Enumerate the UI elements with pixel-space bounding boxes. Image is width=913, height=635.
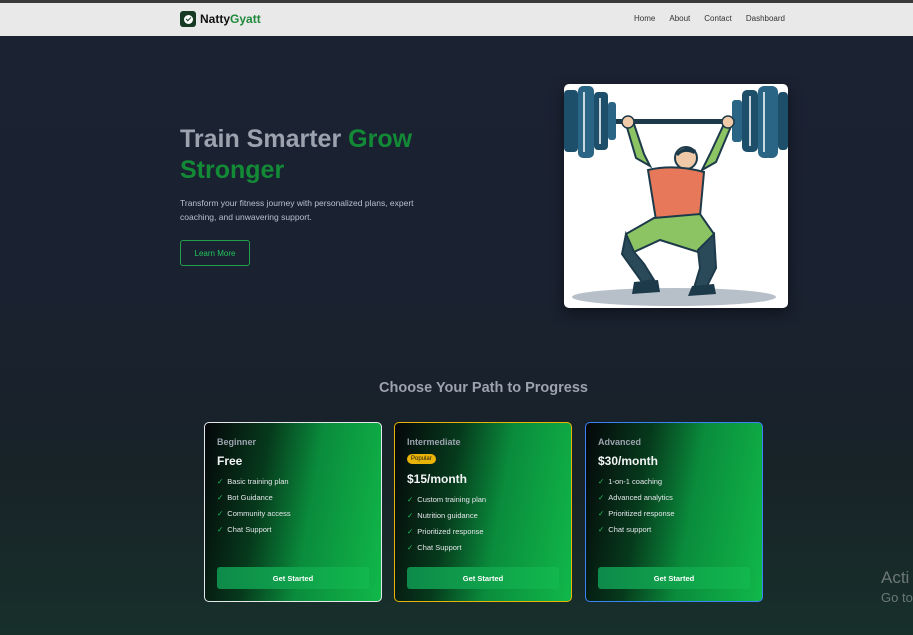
- feature-item: ✓ Prioritized response: [598, 509, 675, 518]
- feature-item: ✓ Chat support: [598, 525, 652, 534]
- feature-item: ✓ Community access: [217, 509, 291, 518]
- check-icon: ✓: [407, 543, 414, 552]
- brand-name: Natty: [200, 12, 231, 26]
- check-icon: ✓: [598, 493, 605, 502]
- hero-subtitle: Transform your fitness journey with pers…: [180, 198, 414, 222]
- plan-tier: Beginner: [217, 437, 257, 447]
- check-badge-icon: [180, 11, 196, 27]
- brand-logo[interactable]: Natty Gyatt: [180, 11, 261, 27]
- plan-price: $15/month: [407, 472, 468, 486]
- watermark-line2: Go to: [881, 590, 913, 605]
- get-started-button[interactable]: Get Started: [598, 567, 750, 589]
- feature-item: ✓ Advanced analytics: [598, 493, 673, 502]
- plan-price: $30/month: [598, 454, 659, 468]
- plan-card-beginner: Beginner Free ✓ Basic training plan ✓ Bot …: [204, 422, 382, 602]
- feature-item: ✓ Nutrition guidance: [407, 511, 478, 520]
- popular-badge: Popular: [407, 454, 436, 464]
- plan-features: ✓ 1-on-1 coaching ✓ Advanced analytics ✓ Pr…: [598, 474, 675, 538]
- brand-name-accent: Gyatt: [230, 12, 261, 26]
- plan-card-advanced: Advanced $30/month ✓ 1-on-1 coaching ✓ Adv…: [585, 422, 763, 602]
- watermark-line1: Acti: [881, 568, 910, 587]
- check-icon: ✓: [217, 477, 224, 486]
- check-icon: ✓: [217, 493, 224, 502]
- feature-item: ✓ Bot Guidance: [217, 493, 273, 502]
- nav-about-link[interactable]: About: [669, 14, 690, 23]
- feature-item: ✓ Chat Support: [217, 525, 272, 534]
- nav-contact-link[interactable]: Contact: [704, 14, 732, 23]
- check-icon: ✓: [598, 525, 605, 534]
- check-icon: ✓: [217, 509, 224, 518]
- check-icon: ✓: [598, 509, 605, 518]
- nav-home-link[interactable]: Home: [634, 14, 655, 23]
- navbar: Natty Gyatt Home About Contact Dashboard: [0, 3, 913, 36]
- hero-title: Train Smarter Grow Stronger: [180, 124, 480, 186]
- plan-price: Free: [217, 454, 243, 468]
- plan-features: ✓ Custom training plan ✓ Nutrition guidanc…: [407, 492, 486, 556]
- feature-item: ✓ 1-on-1 coaching: [598, 477, 663, 486]
- nav-dashboard-link[interactable]: Dashboard: [746, 14, 785, 23]
- plan-tier: Intermediate: [407, 437, 461, 447]
- get-started-button[interactable]: Get Started: [217, 567, 369, 589]
- learn-more-button[interactable]: Learn More: [180, 240, 250, 266]
- check-icon: ✓: [217, 525, 224, 534]
- hero-title-main: Train Smarter: [180, 125, 349, 153]
- plan-card-intermediate: Intermediate Popular $15/month ✓ Custom t…: [394, 422, 572, 602]
- plan-tier: Advanced: [598, 437, 642, 447]
- feature-item: ✓ Custom training plan: [407, 495, 487, 504]
- plans-section-title: Choose Your Path to Progress: [379, 380, 588, 396]
- plan-features: ✓ Basic training plan ✓ Bot Guidance ✓ Comm…: [217, 474, 291, 538]
- feature-item: ✓ Chat Support: [407, 543, 462, 552]
- feature-item: ✓ Prioritized response: [407, 527, 484, 536]
- feature-item: ✓ Basic training plan: [217, 477, 289, 486]
- check-icon: ✓: [598, 477, 605, 486]
- get-started-button[interactable]: Get Started: [407, 567, 559, 589]
- nav-links: Home About Contact Dashboard: [634, 14, 785, 23]
- weightlifter-illustration: [564, 84, 788, 308]
- check-icon: ✓: [407, 527, 414, 536]
- check-icon: ✓: [407, 495, 414, 504]
- check-icon: ✓: [407, 511, 414, 520]
- windows-activation-watermark: Acti Go to: [881, 568, 913, 608]
